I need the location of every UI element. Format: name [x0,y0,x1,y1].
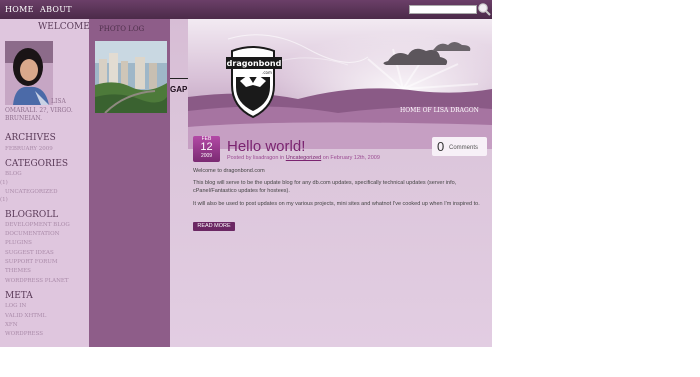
gap-label: GAP [170,85,188,94]
post-title[interactable]: Hello world! [227,138,305,155]
avatar[interactable] [5,41,53,105]
blogroll-link[interactable]: DEVELOPMENT BLOG [5,222,70,228]
meta-link[interactable]: WORDPRESS [5,331,43,337]
post-author-link[interactable]: lisadragon [253,155,278,161]
welcome-heading: WELCOME [38,22,90,32]
logo-subtext: .com [262,70,272,75]
bio-line: BRUNEIAN. [5,115,43,122]
archives-heading: ARCHIVES [5,133,56,143]
blogroll-link[interactable]: SUPPORT FORUM [5,259,58,265]
archive-link[interactable]: FEBRUARY 2009 [5,146,53,152]
nav-about-link[interactable]: ABOUT [40,5,72,14]
meta-link[interactable]: XFN [5,322,18,328]
meta-in: in [279,155,285,161]
meta-link[interactable]: VALID XHTML [5,313,46,319]
blogroll-link[interactable]: PLUGINS [5,240,32,246]
meta-link[interactable]: LOG IN [5,303,26,309]
categories-heading: CATEGORIES [5,159,69,169]
post-category-link[interactable]: Uncategorized [286,155,321,161]
meta-prefix: Posted by [227,155,252,161]
photo-thumbnail[interactable] [95,41,167,113]
comment-count[interactable]: 0 [437,139,444,154]
blogroll-link[interactable]: DOCUMENTATION [5,231,59,237]
meta-heading: META [5,291,33,301]
post-paragraph: Welcome to dragonbond.com [193,168,265,174]
post-date-year: 2009 [200,153,213,159]
bio: LISA OMARALI. 2?, VIRGO. BRUNEIAN. [5,98,85,124]
search-input[interactable] [409,5,477,14]
dragonbond-logo[interactable]: dragonbond .com [222,41,284,119]
category-link[interactable]: BLOG [5,171,22,177]
post-paragraph: This blog will serve to be the update bl… [193,180,457,194]
bio-line: OMARALI. 2?, VIRGO. [5,106,73,114]
blogroll-link[interactable]: THEMES [5,268,31,274]
category-count: (1) [0,197,8,203]
category-count: (1) [0,180,8,186]
photo-log-heading: PHOTO LOG [99,25,145,33]
post-paragraph: It will also be used to post updates on … [193,201,480,207]
nav-home-link[interactable]: HOME [5,5,34,14]
search-icon[interactable] [477,2,491,16]
blogroll-heading: BLOGROLL [5,210,59,220]
post-date-day: 12 [200,141,213,153]
post-meta: Posted by lisadragon in Uncategorized on… [227,155,380,161]
post-date-text: on February 12th, 2009 [322,155,380,161]
read-more-button[interactable]: READ MORE [193,222,235,231]
site-tagline: HOME OF LISA DRAGON [400,107,479,114]
blogroll-link[interactable]: WORDPRESS PLANET [5,278,69,284]
category-link[interactable]: UNCATEGORIZED [5,189,57,195]
divider [170,78,188,79]
comments-label[interactable]: Comments [449,145,478,151]
post-date-badge: FEB 12 2009 [193,136,220,162]
blogroll-link[interactable]: SUGGEST IDEAS [5,250,54,256]
bio-line: LISA [51,98,66,105]
logo-text: dragonbond [227,59,282,68]
